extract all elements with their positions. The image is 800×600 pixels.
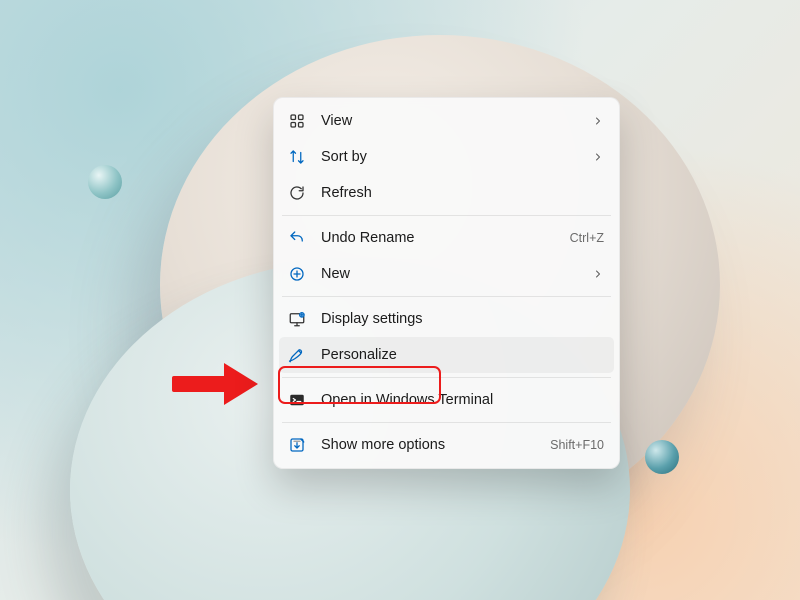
- desktop-context-menu: View Sort by Refresh Undo RenameCtrl+Z New Di…: [273, 97, 620, 469]
- menu-separator: [282, 215, 611, 216]
- menu-item-new[interactable]: New: [279, 256, 614, 292]
- grid-icon: [287, 111, 307, 131]
- desktop-wallpaper[interactable]: View Sort by Refresh Undo RenameCtrl+Z New Di…: [0, 0, 800, 600]
- menu-separator: [282, 377, 611, 378]
- menu-item-label: Open in Windows Terminal: [321, 392, 604, 408]
- menu-item-shortcut: Shift+F10: [550, 438, 604, 452]
- menu-item-label: Refresh: [321, 185, 604, 201]
- sort-icon: [287, 147, 307, 167]
- menu-separator: [282, 296, 611, 297]
- menu-item-label: New: [321, 266, 592, 282]
- show-more-icon: [287, 435, 307, 455]
- display-settings-icon: [287, 309, 307, 329]
- menu-item-show-more-options[interactable]: Show more optionsShift+F10: [279, 427, 614, 463]
- menu-item-label: Sort by: [321, 149, 592, 165]
- menu-item-label: Undo Rename: [321, 230, 570, 246]
- chevron-right-icon: [592, 268, 604, 280]
- refresh-icon: [287, 183, 307, 203]
- menu-item-open-in-windows-terminal[interactable]: Open in Windows Terminal: [279, 382, 614, 418]
- menu-item-label: View: [321, 113, 592, 129]
- chevron-right-icon: [592, 151, 604, 163]
- terminal-icon: [287, 390, 307, 410]
- undo-icon: [287, 228, 307, 248]
- menu-item-refresh[interactable]: Refresh: [279, 175, 614, 211]
- menu-separator: [282, 422, 611, 423]
- wallpaper-shape: [88, 165, 122, 199]
- menu-item-display-settings[interactable]: Display settings: [279, 301, 614, 337]
- menu-item-view[interactable]: View: [279, 103, 614, 139]
- personalize-icon: [287, 345, 307, 365]
- menu-item-shortcut: Ctrl+Z: [570, 231, 604, 245]
- new-icon: [287, 264, 307, 284]
- chevron-right-icon: [592, 115, 604, 127]
- menu-item-label: Personalize: [321, 347, 604, 363]
- menu-item-label: Display settings: [321, 311, 604, 327]
- annotation-arrow: [172, 363, 267, 403]
- wallpaper-shape: [645, 440, 679, 474]
- menu-item-label: Show more options: [321, 437, 550, 453]
- menu-item-personalize[interactable]: Personalize: [279, 337, 614, 373]
- menu-item-undo-rename[interactable]: Undo RenameCtrl+Z: [279, 220, 614, 256]
- menu-item-sort-by[interactable]: Sort by: [279, 139, 614, 175]
